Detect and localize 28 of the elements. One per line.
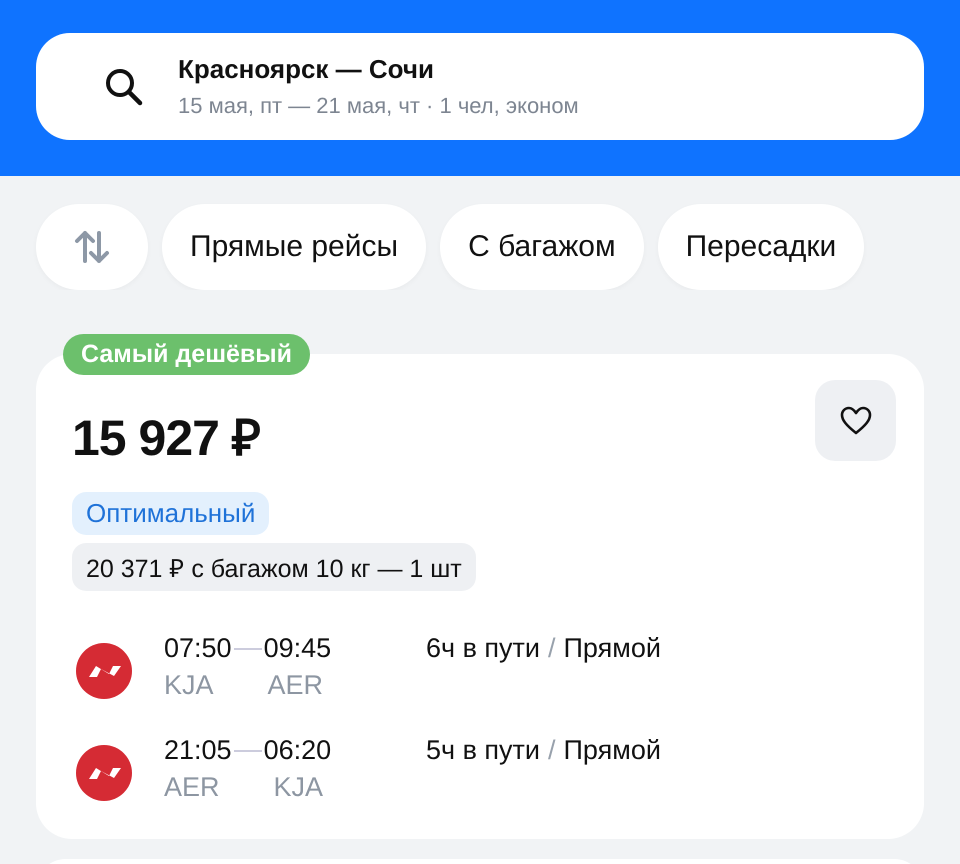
airline-logo-icon — [76, 643, 132, 699]
filter-chip[interactable]: С багажом — [440, 204, 644, 290]
optimal-tag: Оптимальный — [72, 492, 270, 535]
separator: / — [548, 633, 556, 664]
flight-duration: 6ч в пути — [426, 633, 540, 664]
departure-airport: AER — [164, 772, 220, 803]
departure-time: 21:05 — [164, 735, 232, 766]
departure-time: 07:50 — [164, 633, 232, 664]
flight-type: Прямой — [564, 735, 661, 766]
flight-type: Прямой — [564, 633, 661, 664]
favorite-button[interactable] — [815, 380, 896, 461]
price: 15 927 ₽ — [72, 409, 260, 468]
baggage-price-tag: 20 371 ₽ с багажом 10 кг — 1 шт — [72, 543, 476, 591]
arrival-time: 06:20 — [264, 735, 332, 766]
departure-airport: KJA — [164, 670, 214, 701]
search-route: Красноярск — Сочи — [178, 54, 435, 85]
flight-duration: 5ч в пути — [426, 735, 540, 766]
filter-chip[interactable]: Пересадки — [658, 204, 864, 290]
cheapest-badge: Самый дешёвый — [63, 334, 310, 375]
separator: / — [548, 735, 556, 766]
arrival-airport: KJA — [274, 772, 324, 803]
search-field[interactable]: Красноярск — Сочи 15 мая, пт — 21 мая, чт · 1 чел, эконом — [36, 33, 924, 140]
arrival-airport: AER — [268, 670, 324, 701]
search-details: 15 мая, пт — 21 мая, чт · 1 чел, эконом — [178, 93, 579, 119]
airline-logo-icon — [76, 745, 132, 801]
heart-icon — [840, 406, 872, 436]
filter-chip[interactable]: Прямые рейсы — [162, 204, 426, 290]
arrival-time: 09:45 — [264, 633, 332, 664]
